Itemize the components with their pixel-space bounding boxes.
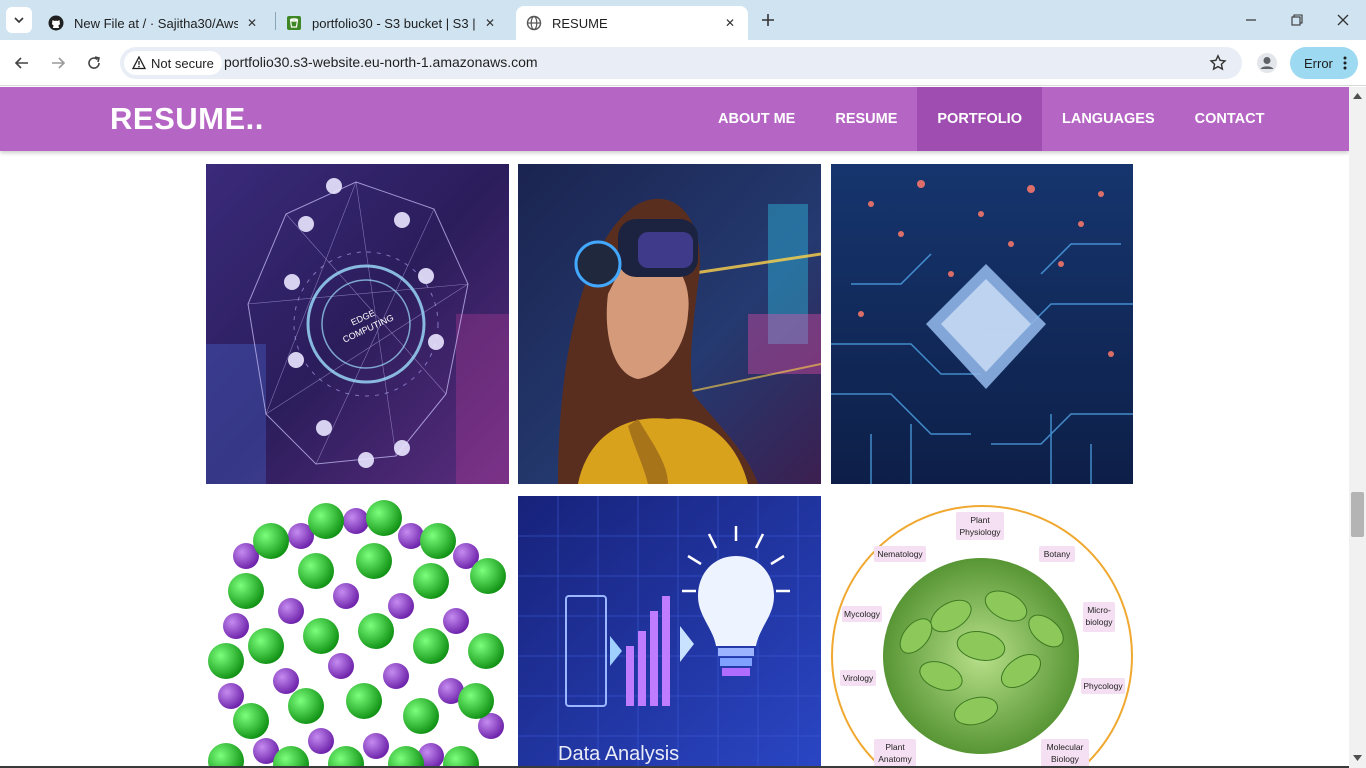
minimize-icon xyxy=(1246,19,1256,21)
nav-contact[interactable]: CONTACT xyxy=(1175,87,1285,151)
bookmark-star-icon[interactable] xyxy=(1208,53,1228,73)
reload-icon xyxy=(88,56,100,69)
forward-button[interactable] xyxy=(45,50,71,76)
botany-label-botany: Botany xyxy=(1039,546,1075,562)
botany-label-plant-physiology: Plant Physiology xyxy=(956,512,1004,540)
url-text[interactable]: portfolio30.s3-website.eu-north-1.amazon… xyxy=(224,54,538,70)
back-button[interactable] xyxy=(9,50,35,76)
site-header: RESUME.. ABOUT ME RESUME PORTFOLIO LANGU… xyxy=(0,87,1349,151)
warning-icon xyxy=(132,56,146,70)
restore-icon xyxy=(1291,14,1303,26)
profile-status-label: Error xyxy=(1304,55,1333,71)
tab-title: New File at / · Sajitha30/Aws xyxy=(74,15,238,31)
page-scrollbar[interactable] xyxy=(1349,87,1366,768)
aws-s3-icon xyxy=(286,15,302,31)
close-tab-icon[interactable]: ✕ xyxy=(722,15,738,31)
vr-headset-woman-image[interactable] xyxy=(518,164,821,484)
scroll-up-arrow-icon[interactable] xyxy=(1353,91,1362,100)
chevron-down-icon xyxy=(14,17,24,24)
site-brand[interactable]: RESUME.. xyxy=(110,101,264,137)
botany-label-virology: Virology xyxy=(840,670,876,686)
botany-label-microbiology: Micro-biology xyxy=(1083,602,1115,632)
browser-tab-s3[interactable]: portfolio30 - S3 bucket | S3 | eu ✕ xyxy=(276,6,508,40)
nav-resume[interactable]: RESUME xyxy=(815,87,917,151)
more-vert-icon[interactable] xyxy=(1343,56,1347,70)
minimize-button[interactable] xyxy=(1239,8,1263,32)
browser-tab-strip: New File at / · Sajitha30/Aws ✕ portfoli… xyxy=(0,0,1366,40)
security-label: Not secure xyxy=(151,55,214,71)
tab-search-button[interactable] xyxy=(6,7,32,33)
browser-toolbar: Not secure portfolio30.s3-website.eu-nor… xyxy=(0,40,1366,86)
browser-tab-github[interactable]: New File at / · Sajitha30/Aws ✕ xyxy=(38,6,270,40)
botany-label-plant-anatomy: Plant Anatomy xyxy=(874,739,916,767)
arrow-right-icon xyxy=(52,57,66,69)
new-tab-button[interactable] xyxy=(756,8,780,32)
restore-button[interactable] xyxy=(1285,8,1309,32)
profile-avatar-icon[interactable] xyxy=(1254,50,1280,76)
data-analysis-lightbulb-image[interactable]: Data Analysis xyxy=(518,496,821,768)
site-nav: ABOUT ME RESUME PORTFOLIO LANGUAGES CONT… xyxy=(698,87,1284,151)
botany-label-molecular-biology: Molecular Biology xyxy=(1041,739,1089,767)
browser-tab-resume[interactable]: RESUME ✕ xyxy=(516,6,748,40)
globe-icon xyxy=(526,15,542,31)
site-security-chip[interactable]: Not secure xyxy=(124,51,222,75)
scroll-thumb[interactable] xyxy=(1351,492,1364,537)
nav-about-me[interactable]: ABOUT ME xyxy=(698,87,815,151)
tab-title: portfolio30 - S3 bucket | S3 | eu xyxy=(312,15,476,31)
svg-text:Data Analysis: Data Analysis xyxy=(558,743,679,765)
plus-icon xyxy=(762,14,774,26)
arrow-left-icon xyxy=(14,57,28,69)
close-window-button[interactable] xyxy=(1331,8,1355,32)
botany-label-nematology: Nematology xyxy=(874,546,926,562)
profile-error-button[interactable]: Error xyxy=(1290,47,1358,79)
close-tab-icon[interactable]: ✕ xyxy=(482,15,498,31)
close-icon xyxy=(1337,14,1349,26)
botany-circle-image[interactable]: Plant Physiology Nematology Botany Mycol… xyxy=(831,496,1134,768)
close-tab-icon[interactable]: ✕ xyxy=(244,15,260,31)
page-viewport: RESUME.. ABOUT ME RESUME PORTFOLIO LANGU… xyxy=(0,87,1349,768)
github-icon xyxy=(48,15,64,31)
scroll-down-arrow-icon[interactable] xyxy=(1353,753,1362,762)
edge-computing-image[interactable]: EDGE COMPUTING xyxy=(206,164,509,484)
circuit-chip-image[interactable] xyxy=(831,164,1134,484)
molecule-lattice-image[interactable] xyxy=(206,496,509,768)
tab-title: RESUME xyxy=(552,15,608,31)
nav-portfolio[interactable]: PORTFOLIO xyxy=(917,87,1042,151)
botany-label-mycology: Mycology xyxy=(842,606,882,622)
nav-languages[interactable]: LANGUAGES xyxy=(1042,87,1175,151)
reload-button[interactable] xyxy=(81,50,107,76)
address-bar[interactable]: Not secure portfolio30.s3-website.eu-nor… xyxy=(120,47,1242,79)
botany-label-phycology: Phycology xyxy=(1081,678,1125,694)
